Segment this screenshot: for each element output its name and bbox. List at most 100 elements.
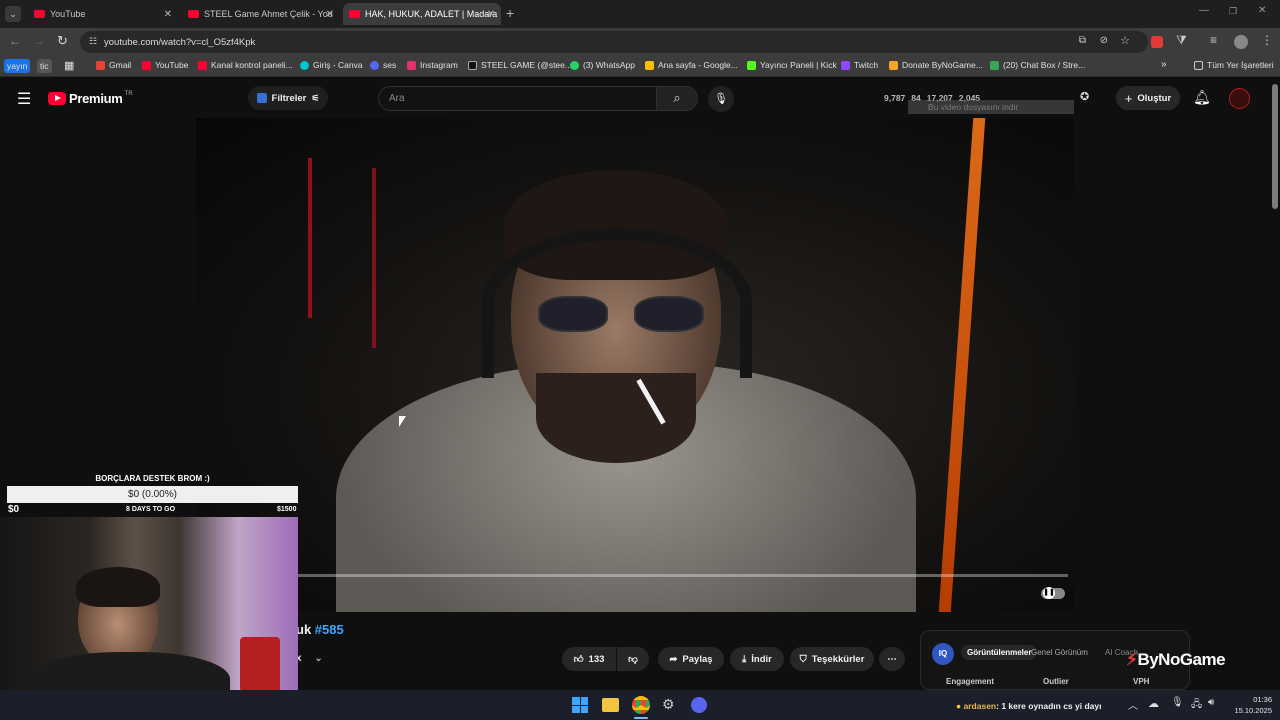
mouse-cursor-icon xyxy=(399,416,406,427)
download-icon: ⤓ xyxy=(742,653,747,665)
chrome-active-indicator xyxy=(634,717,648,719)
address-bar[interactable]: ☷ youtube.com/watch?v=cl_O5zf4Kpk ⧉ ⊘ ☆ xyxy=(80,31,1148,53)
close-tab-icon[interactable]: ✕ xyxy=(164,9,172,20)
thanks-button[interactable]: ⛉ Teşekkürler xyxy=(790,647,874,671)
chevron-down-icon: ⌄ xyxy=(314,653,323,664)
filters-button[interactable]: Filtreler ⚟ xyxy=(248,86,328,110)
tab-overview[interactable]: Genel Görünüm xyxy=(1031,648,1088,657)
goal-max: $1500 xyxy=(277,506,297,513)
voice-search-button[interactable]: 🎙 xyxy=(708,86,734,112)
discord-icon[interactable] xyxy=(691,697,707,713)
bookmark-google-drive[interactable]: Ana sayfa - Google... xyxy=(645,60,738,70)
bookmark-ses[interactable]: ses xyxy=(370,60,396,70)
bookmark-whatsapp[interactable]: (3) WhatsApp xyxy=(570,60,635,70)
youtube-logo[interactable]: Premium TR xyxy=(48,91,133,106)
like-button[interactable]: 👍︎ 133 xyxy=(562,647,616,671)
install-app-icon[interactable]: ⧉ xyxy=(1079,35,1086,46)
bookmark-label: ses xyxy=(383,60,397,70)
search-input[interactable]: Ara xyxy=(378,86,658,111)
kick-icon xyxy=(747,60,756,70)
page-scrollbar[interactable] xyxy=(1272,84,1278,209)
hide-eye-icon[interactable]: ⊘ xyxy=(1100,35,1108,46)
tab-title: HAK, HUKUK, ADALET | Madara xyxy=(365,9,498,19)
maximize-window-icon[interactable]: ❐ xyxy=(1229,6,1237,17)
reading-list-icon[interactable]: ≡ xyxy=(1210,33,1217,47)
twitch-icon xyxy=(841,60,850,70)
tab-views[interactable]: Görüntülenmeler xyxy=(961,645,1038,660)
video-player[interactable]: M ❚❚ ≡ ⚙ HD ⎚ ⛶ xyxy=(196,118,1074,612)
file-explorer-icon[interactable] xyxy=(602,698,619,712)
reload-icon[interactable]: ↻ xyxy=(57,33,68,49)
new-tab-button[interactable]: + xyxy=(506,5,514,21)
bookmark-label: Gmail xyxy=(109,60,132,70)
bookmark-bynogame[interactable]: Donate ByNoGame... xyxy=(889,60,983,70)
apps-grid-icon[interactable]: ▦ xyxy=(64,59,74,72)
clock[interactable]: 01:36 15.10.2025 xyxy=(1226,694,1272,716)
share-icon: ➦ xyxy=(669,653,678,665)
share-button[interactable]: ➦ Paylaş xyxy=(658,647,724,671)
close-tab-icon[interactable]: ✕ xyxy=(487,9,495,20)
bookmark-star-icon[interactable]: ☆ xyxy=(1120,34,1130,47)
discord-icon xyxy=(370,60,379,70)
browser-menu-icon[interactable]: ⋮ xyxy=(1261,33,1273,47)
profile-avatar[interactable] xyxy=(1234,35,1248,49)
close-window-icon[interactable]: ✕ xyxy=(1258,5,1266,16)
bookmark-chatbox[interactable]: (20) Chat Box / Stre... xyxy=(990,60,1085,70)
close-tab-icon[interactable]: ✕ xyxy=(326,9,334,20)
bookmark-label: Tüm Yer İşaretleri xyxy=(1207,60,1274,70)
download-button[interactable]: ⤓ İndir xyxy=(730,647,784,671)
account-avatar[interactable] xyxy=(1229,88,1250,109)
back-icon[interactable]: ← xyxy=(9,34,21,48)
bookmark-all[interactable]: Tüm Yer İşaretleri xyxy=(1194,60,1274,70)
bookmark-canva[interactable]: Giriş - Canva xyxy=(300,60,363,70)
microphone-tray-icon[interactable]: 🎙 xyxy=(1171,697,1184,708)
bookmark-tic[interactable]: tic xyxy=(37,59,52,73)
search-button[interactable]: ⌕ xyxy=(656,86,698,111)
bookmark-label: Donate ByNoGame... xyxy=(902,60,983,70)
progress-bar[interactable] xyxy=(298,574,1068,577)
adblock-extension-icon[interactable] xyxy=(1151,36,1163,48)
more-actions-button[interactable]: ⋯ xyxy=(879,647,905,671)
create-label: Oluştur xyxy=(1137,92,1172,104)
youtube-icon xyxy=(198,60,207,70)
volume-icon[interactable]: 🔊︎ xyxy=(1208,697,1214,708)
iq-logo-badge: IQ xyxy=(932,643,954,665)
pause-icon: ❚❚ xyxy=(1043,587,1055,599)
goal-days: 8 DAYS TO GO xyxy=(126,506,176,513)
autoplay-toggle[interactable]: ❚❚ xyxy=(1041,587,1065,599)
tab-search-button[interactable]: ⌄ xyxy=(5,6,21,22)
network-icon[interactable]: 🖧 xyxy=(1191,697,1202,714)
more-bookmarks-icon[interactable]: » xyxy=(1161,59,1167,70)
pin-icon[interactable]: ✪ xyxy=(1080,90,1089,103)
hamburger-menu-icon[interactable]: ☰ xyxy=(17,89,31,109)
download-hint-tooltip[interactable]: Bu video dosyasını indir xyxy=(908,100,1074,114)
windows-start-icon[interactable] xyxy=(572,697,588,713)
tab-youtube[interactable]: YouTube ✕ xyxy=(28,3,178,25)
bookmark-kick[interactable]: Yayıncı Paneli | Kick xyxy=(747,60,837,70)
bookmark-twitch[interactable]: Twitch xyxy=(841,60,878,70)
site-info-icon[interactable]: ☷ xyxy=(89,36,97,47)
notice-user: ardasen xyxy=(963,701,997,711)
minimize-window-icon[interactable]: — xyxy=(1199,5,1209,16)
bookmark-instagram[interactable]: Instagram xyxy=(407,60,458,70)
bookmark-youtube[interactable]: YouTube xyxy=(142,60,188,70)
extensions-puzzle-icon[interactable]: ⧩ xyxy=(1176,33,1187,48)
bookmark-yayin[interactable]: yayın xyxy=(4,59,31,73)
forward-icon[interactable]: → xyxy=(33,34,45,48)
tab-active-video[interactable]: HAK, HUKUK, ADALET | Madara ✕ xyxy=(343,3,501,25)
video-hashtag[interactable]: #585 xyxy=(315,622,344,637)
bookmark-label: Yayıncı Paneli | Kick xyxy=(760,60,837,70)
notifications-bell-icon[interactable]: 🔔︎ xyxy=(1193,89,1211,106)
chrome-icon[interactable] xyxy=(632,696,650,714)
onedrive-icon[interactable]: ☁ xyxy=(1148,697,1159,710)
steam-icon[interactable]: ⚙ xyxy=(662,696,675,713)
create-button[interactable]: + Oluştur xyxy=(1116,86,1180,110)
bookmark-kanal[interactable]: Kanal kontrol paneli... xyxy=(198,60,293,70)
bookmark-tiktok[interactable]: STEEL GAME (@stee... xyxy=(468,60,572,70)
dislike-button[interactable]: 👎︎ xyxy=(617,647,649,671)
bookmark-gmail[interactable]: Gmail xyxy=(96,60,131,70)
tray-chevron-icon[interactable]: ︿ xyxy=(1128,697,1138,712)
tab-steel-game[interactable]: STEEL Game Ahmet Çelik - You ✕ xyxy=(182,3,340,25)
bynogame-icon xyxy=(889,60,898,70)
channel-name-partial[interactable]: x ⌄ xyxy=(296,653,323,664)
